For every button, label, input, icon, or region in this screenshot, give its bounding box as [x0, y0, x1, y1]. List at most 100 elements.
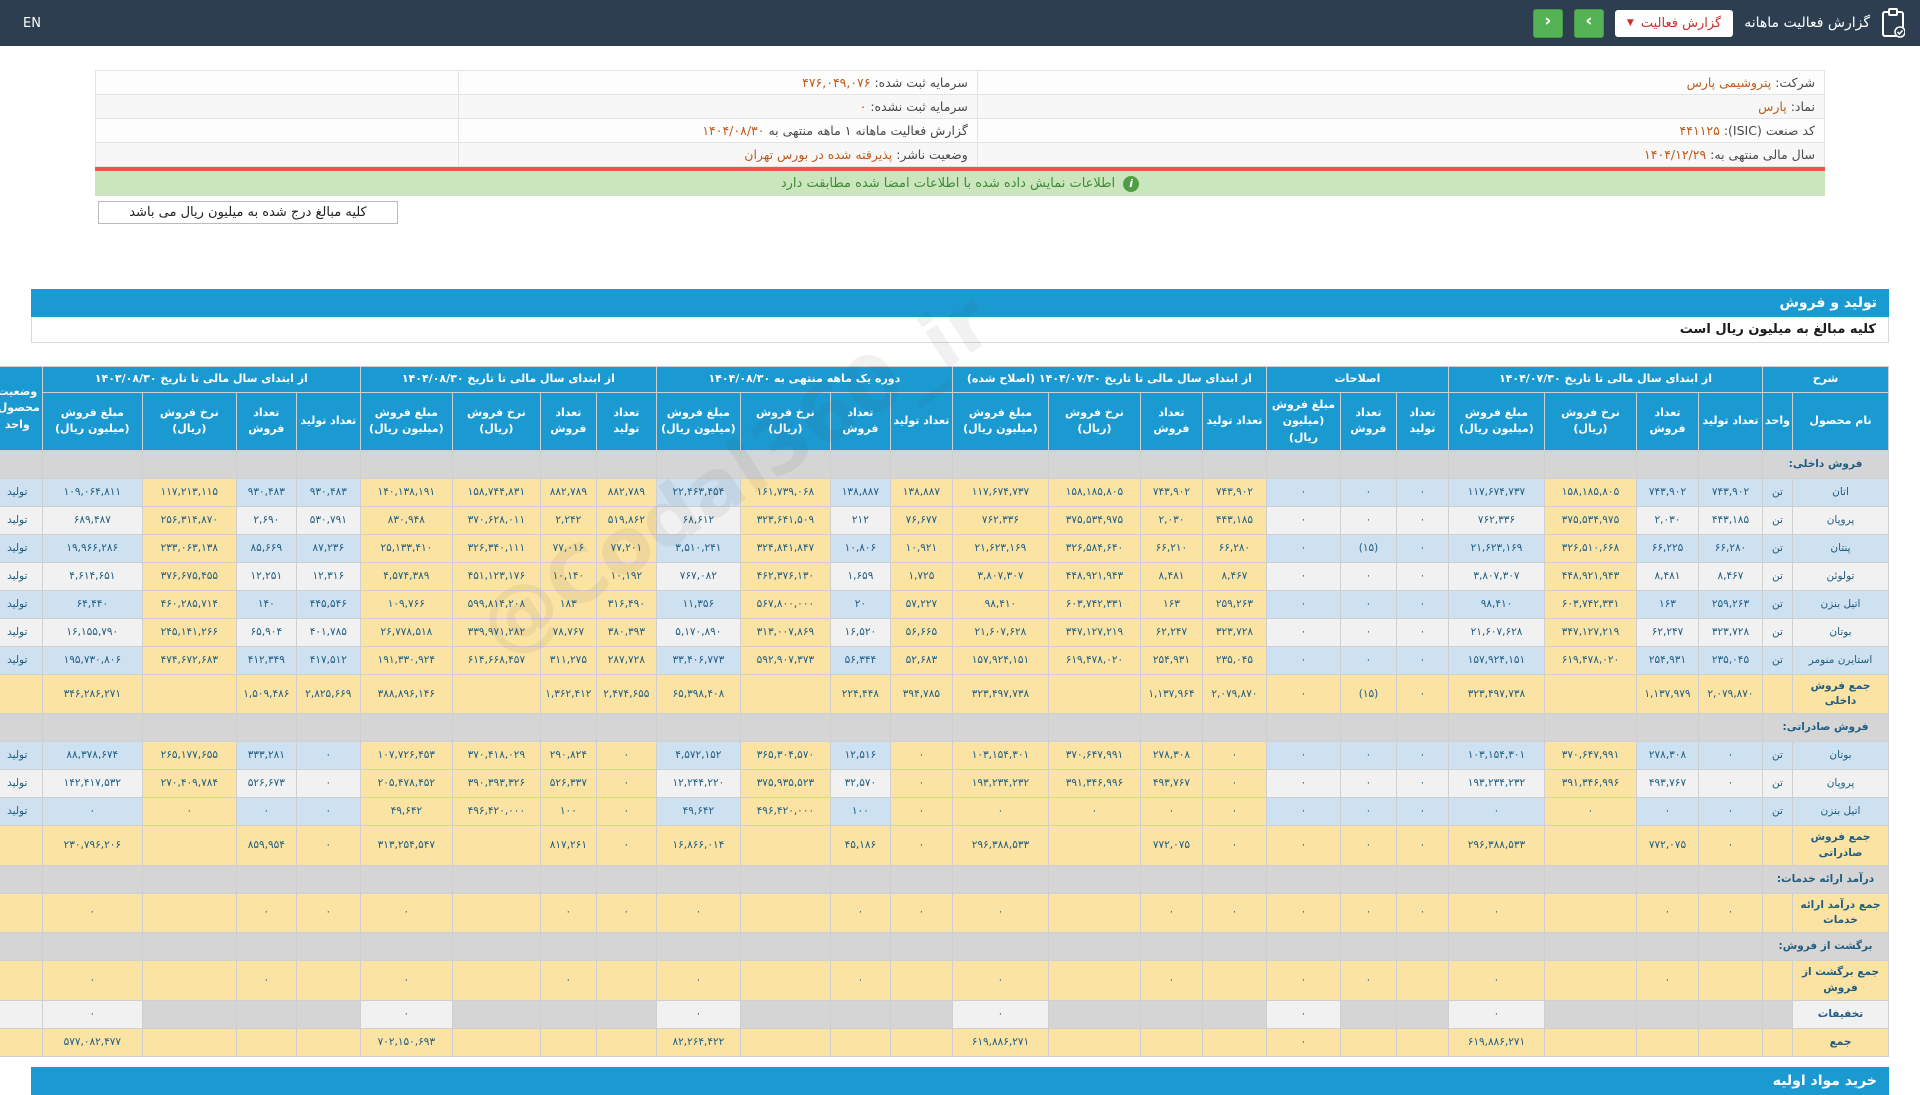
data-cell: ۴۶۰,۲۸۵,۷۱۴: [141, 590, 237, 619]
data-cell: ۱۰۰: [829, 797, 891, 827]
data-cell: جمع: [1792, 1027, 1889, 1057]
data-cell: [1047, 1027, 1141, 1057]
prev-period-button[interactable]: ‹: [1532, 8, 1563, 38]
data-cell: ۰: [1265, 646, 1341, 675]
data-cell: [739, 999, 831, 1029]
language-switch-en[interactable]: EN: [15, 12, 49, 35]
data-cell: [295, 864, 361, 894]
data-cell: [1636, 713, 1699, 743]
data-cell: [1047, 673, 1141, 715]
data-cell: [41, 932, 143, 962]
data-cell: ۰: [1395, 534, 1449, 563]
data-cell: تولید: [0, 646, 43, 675]
data-cell: ۰: [1265, 618, 1341, 647]
data-cell: [739, 450, 831, 479]
data-cell: [1698, 713, 1763, 743]
data-cell: ۶۱۴,۶۶۸,۴۵۷: [451, 646, 541, 675]
data-cell: [1698, 1027, 1763, 1057]
data-cell: [1636, 932, 1699, 962]
data-cell: ۵۲۶,۶۷۳: [235, 769, 297, 799]
data-cell: ۰: [595, 769, 657, 799]
data-cell: ۴۴۵,۵۴۶: [295, 590, 361, 619]
data-cell: [1395, 960, 1449, 1001]
data-cell: ۱۱۷,۶۷۴,۷۳۷: [951, 478, 1049, 507]
data-cell: ۰: [1265, 1027, 1341, 1057]
data-cell: ۰: [1544, 797, 1637, 827]
data-cell: ۴۹۶,۴۲۰,۰۰۰: [739, 797, 831, 827]
data-cell: [1339, 999, 1397, 1029]
data-cell: ۰: [1339, 618, 1397, 647]
data-cell: ۲۷۸,۳۰۸: [1636, 741, 1699, 771]
data-cell: [1395, 932, 1449, 962]
data-cell: ۷۷,۲۰۱: [595, 534, 657, 563]
ticker-label: نماد:: [1790, 99, 1815, 114]
data-cell: ۱۹۱,۳۳۰,۹۲۴: [359, 646, 453, 675]
company-value: پتروشیمی پارس: [1686, 75, 1772, 90]
data-cell: ۰: [359, 892, 453, 934]
page-title: گزارش فعالیت ماهانه: [1744, 15, 1870, 31]
fiscal-year-label: سال مالی منتهی به:: [1710, 147, 1815, 162]
data-cell: تولید: [0, 797, 43, 827]
header-cell: از ابتدای سال مالی تا تاریخ ۱۴۰۳/۰۸/۳۰: [41, 366, 361, 393]
data-cell: فروش صادراتی:: [1762, 713, 1889, 743]
data-cell: [595, 450, 657, 479]
data-cell: ۹۸,۴۱۰: [1447, 590, 1546, 619]
data-cell: ۵۳۰,۷۹۱: [295, 506, 361, 535]
data-row: پنتان تن ۶۶,۲۸۰ ۶۶,۲۲۵ ۳۲۶,۵۱۰,۶۶۸ ۲۱,۶۲۳,۱۶۹…: [0, 534, 1889, 563]
data-row: پروپان تن ۴۴۳,۱۸۵ ۲,۰۳۰ ۳۷۵,۵۳۴,۹۷۵ ۷۶۲,۳۳۶ ۰ ۰…: [0, 506, 1889, 535]
data-cell: ۳۴۷,۱۲۷,۲۱۹: [1544, 618, 1637, 647]
data-cell: ۰: [1636, 797, 1699, 827]
header-cell: دوره یک ماهه منتهی به ۱۴۰۴/۰۸/۳۰: [655, 366, 953, 393]
data-cell: [1447, 713, 1546, 743]
data-cell: ۷۴۳,۹۰۲: [1636, 478, 1699, 507]
data-cell: ۰: [359, 999, 453, 1029]
data-cell: ۱۹۳,۲۳۴,۲۳۲: [1447, 769, 1546, 799]
next-period-button[interactable]: ›: [1573, 8, 1604, 38]
data-cell: ۰: [1395, 892, 1449, 934]
report-type-dropdown[interactable]: گزارش فعالیت ▼: [1614, 9, 1734, 37]
data-cell: ۰: [41, 960, 143, 1001]
data-cell: ۰: [595, 741, 657, 771]
header-cell: واحد: [1762, 391, 1793, 451]
data-cell: ۲۶۵,۱۷۷,۶۵۵: [141, 741, 237, 771]
data-cell: ۲۵۹,۲۶۳: [1201, 590, 1267, 619]
data-cell: ۲,۴۷۴,۶۵۵: [595, 673, 657, 715]
header-cell: تعداد فروش: [829, 391, 891, 451]
data-cell: [0, 673, 43, 715]
data-cell: [1139, 864, 1203, 894]
data-cell: ۰: [1339, 562, 1397, 591]
data-cell: ۰: [41, 797, 143, 827]
data-cell: [1047, 999, 1141, 1029]
data-cell: ۲۳۵,۰۴۵: [1201, 646, 1267, 675]
data-cell: [889, 864, 953, 894]
header-group-row: شرح از ابتدای سال مالی تا تاریخ ۱۴۰۴/۰۷/۳…: [0, 366, 1889, 451]
data-cell: [1265, 450, 1341, 479]
data-cell: [451, 825, 541, 866]
header-cell: اصلاحات: [1265, 366, 1449, 393]
data-cell: [0, 825, 43, 866]
data-cell: ۲۶,۷۷۸,۵۱۸: [359, 618, 453, 647]
data-cell: ۱,۵۰۹,۴۸۶: [235, 673, 297, 715]
data-cell: [1395, 1027, 1449, 1057]
data-cell: ۴۹۶,۴۲۰,۰۰۰: [451, 797, 541, 827]
data-cell: ۸۱۷,۲۶۱: [539, 825, 597, 866]
data-cell: [0, 892, 43, 934]
data-cell: ۶۰۳,۷۴۲,۳۳۱: [1544, 590, 1637, 619]
data-cell: [1636, 864, 1699, 894]
header-cell: از ابتدای سال مالی تا تاریخ ۱۴۰۴/۰۷/۳۰: [1447, 366, 1764, 393]
data-cell: [1636, 450, 1699, 479]
data-cell: ۵۹۹,۸۱۴,۲۰۸: [451, 590, 541, 619]
data-cell: ۲۵,۱۳۳,۴۱۰: [359, 534, 453, 563]
data-cell: ۳۲۶,۵۱۰,۶۶۸: [1544, 534, 1637, 563]
data-cell: ۴۱۲,۳۴۹: [235, 646, 297, 675]
report-type-dropdown-label: گزارش فعالیت: [1640, 15, 1722, 31]
registered-capital-cell: سرمایه ثبت شده: ۴۷۶,۰۴۹,۰۷۶: [458, 70, 978, 95]
data-cell: [141, 825, 237, 866]
data-cell: ۱۲,۲۴۴,۲۲۰: [655, 769, 741, 799]
header-cell: مبلغ فروش (میلیون ریال): [359, 391, 453, 451]
data-cell: ۲۳۵,۰۴۵: [1698, 646, 1763, 675]
data-cell: [539, 932, 597, 962]
data-cell: ۰: [295, 769, 361, 799]
data-cell: ۶۱۹,۸۸۶,۲۷۱: [951, 1027, 1049, 1057]
data-cell: ۳,۵۱۰,۲۴۱: [655, 534, 741, 563]
